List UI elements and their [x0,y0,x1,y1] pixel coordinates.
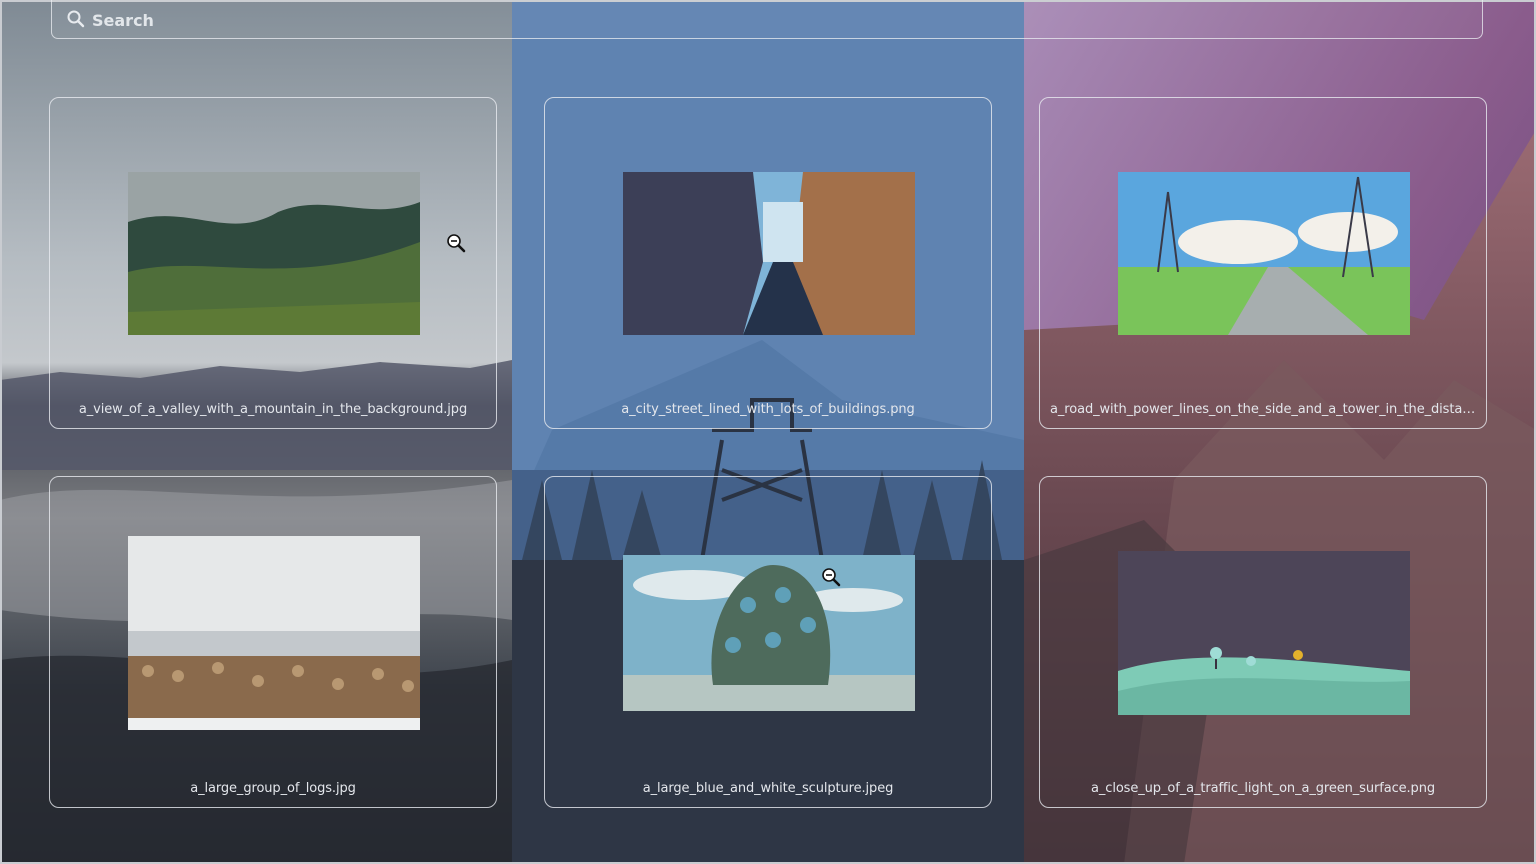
search-icon [67,10,85,28]
wallpaper-filename: a_large_group_of_logs.jpg [190,781,356,796]
wallpaper-filename: a_road_with_power_lines_on_the_side_and_… [1050,402,1486,417]
wallpaper-filename: a_close_up_of_a_traffic_light_on_a_green… [1091,781,1435,796]
wallpaper-filename: a_city_street_lined_with_lots_of_buildin… [621,402,915,417]
wallpaper-thumbnail[interactable] [623,172,915,335]
wallpaper-thumbnail[interactable] [128,536,420,730]
wallpaper-card[interactable]: a_large_group_of_logs.jpg [49,476,497,808]
wallpaper-thumbnail[interactable] [128,172,420,335]
search-bar[interactable] [51,0,1483,39]
wallpaper-thumbnail[interactable] [1118,172,1410,335]
zoom-out-cursor-icon [822,568,841,587]
wallpaper-card[interactable]: a_large_blue_and_white_sculpture.jpeg [544,476,992,808]
wallpaper-filename: a_view_of_a_valley_with_a_mountain_in_th… [78,402,468,417]
wallpaper-card[interactable]: a_city_street_lined_with_lots_of_buildin… [544,97,992,429]
wallpaper-filename: a_large_blue_and_white_sculpture.jpeg [642,781,894,796]
search-input[interactable] [90,6,1454,34]
wallpaper-card[interactable]: a_road_with_power_lines_on_the_side_and_… [1039,97,1487,429]
zoom-out-cursor-icon [447,234,466,253]
wallpaper-card[interactable]: a_close_up_of_a_traffic_light_on_a_green… [1039,476,1487,808]
wallpaper-thumbnail[interactable] [1118,551,1410,715]
wallpaper-card[interactable]: a_view_of_a_valley_with_a_mountain_in_th… [49,97,497,429]
wallpaper-thumbnail[interactable] [623,555,915,711]
